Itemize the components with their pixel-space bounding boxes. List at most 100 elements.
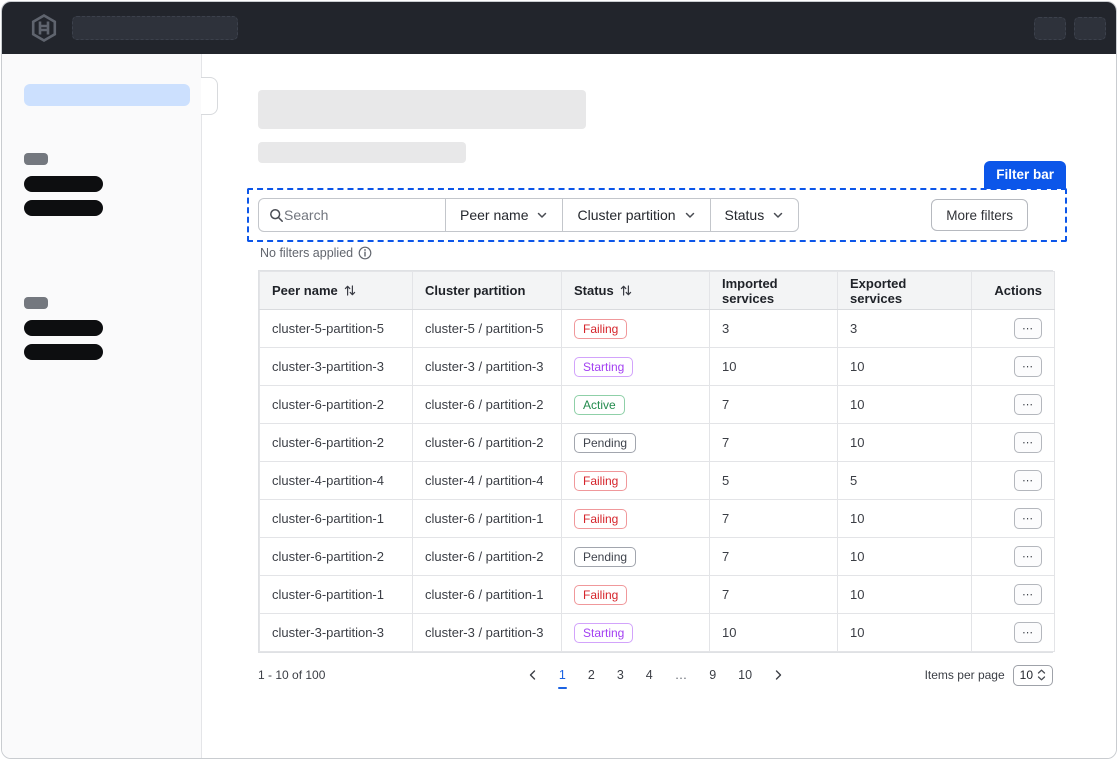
column-header-cluster-partition: Cluster partition <box>413 272 562 310</box>
previous-page-button[interactable] <box>523 667 543 683</box>
table-header-row: Peer nameCluster partitionStatusImported… <box>260 272 1055 310</box>
row-actions-button[interactable]: ⋯ <box>1014 470 1042 491</box>
chevron-down-icon <box>536 209 548 221</box>
page-button-9[interactable]: 9 <box>703 665 722 685</box>
table-row: cluster-6-partition-2cluster-6 / partiti… <box>260 424 1055 462</box>
table-row: cluster-6-partition-1cluster-6 / partiti… <box>260 576 1055 614</box>
sidebar-collapse-handle[interactable] <box>201 77 218 115</box>
actions-cell: ⋯ <box>972 500 1055 538</box>
sidebar-item-skeleton[interactable] <box>24 176 103 192</box>
page-button-2[interactable]: 2 <box>582 665 601 685</box>
navbar-button-skeleton[interactable] <box>1034 17 1066 40</box>
imported-services-cell: 7 <box>710 424 838 462</box>
cluster-partition-cell: cluster-5 / partition-5 <box>413 310 562 348</box>
actions-cell: ⋯ <box>972 614 1055 652</box>
status-badge: Failing <box>574 471 627 491</box>
status-cell: Failing <box>562 576 710 614</box>
actions-cell: ⋯ <box>972 462 1055 500</box>
status-cell: Pending <box>562 424 710 462</box>
peer-name-filter-dropdown[interactable]: Peer name <box>445 199 562 231</box>
stepper-up-down-icon <box>1037 669 1046 681</box>
status-badge: Failing <box>574 509 627 529</box>
status-badge: Starting <box>574 623 633 643</box>
table-row: cluster-3-partition-3cluster-3 / partiti… <box>260 614 1055 652</box>
exported-services-cell: 10 <box>838 576 972 614</box>
status-cell: Failing <box>562 500 710 538</box>
search-input[interactable] <box>284 207 424 223</box>
column-header-label: Peer name <box>272 283 338 298</box>
imported-services-cell: 5 <box>710 462 838 500</box>
column-header-label: Cluster partition <box>425 283 525 298</box>
row-actions-button[interactable]: ⋯ <box>1014 356 1042 377</box>
status-badge: Failing <box>574 585 627 605</box>
sidebar-item-skeleton[interactable] <box>24 320 103 336</box>
cluster-partition-cell: cluster-6 / partition-1 <box>413 500 562 538</box>
peer-name-cell: cluster-6-partition-2 <box>260 386 413 424</box>
row-actions-button[interactable]: ⋯ <box>1014 622 1042 643</box>
sidebar-section-label-skeleton <box>24 297 48 309</box>
status-badge: Starting <box>574 357 633 377</box>
filter-bar: Peer name Cluster partition Status <box>247 188 1067 242</box>
page-subtitle-skeleton <box>258 142 466 163</box>
page-button-10[interactable]: 10 <box>732 665 758 685</box>
filter-control-group: Peer name Cluster partition Status <box>258 198 799 232</box>
actions-cell: ⋯ <box>972 538 1055 576</box>
table-row: cluster-6-partition-2cluster-6 / partiti… <box>260 386 1055 424</box>
row-actions-button[interactable]: ⋯ <box>1014 394 1042 415</box>
sidebar-active-item-skeleton[interactable] <box>24 84 190 106</box>
status-badge: Pending <box>574 433 636 453</box>
status-cell: Starting <box>562 348 710 386</box>
page-button-4[interactable]: 4 <box>640 665 659 685</box>
table-row: cluster-3-partition-3cluster-3 / partiti… <box>260 348 1055 386</box>
row-actions-button[interactable]: ⋯ <box>1014 432 1042 453</box>
exported-services-cell: 10 <box>838 386 972 424</box>
info-icon[interactable] <box>358 246 372 260</box>
more-filters-button[interactable]: More filters <box>931 199 1028 231</box>
row-actions-button[interactable]: ⋯ <box>1014 584 1042 605</box>
page-button-3[interactable]: 3 <box>611 665 630 685</box>
search-field[interactable] <box>259 199 445 231</box>
page-title-skeleton <box>258 90 586 129</box>
exported-services-cell: 3 <box>838 310 972 348</box>
actions-cell: ⋯ <box>972 310 1055 348</box>
navbar-button-skeleton[interactable] <box>1074 17 1106 40</box>
sidebar-item-skeleton[interactable] <box>24 200 103 216</box>
exported-services-cell: 10 <box>838 500 972 538</box>
column-header-peer-name[interactable]: Peer name <box>260 272 413 310</box>
peer-name-cell: cluster-5-partition-5 <box>260 310 413 348</box>
actions-cell: ⋯ <box>972 576 1055 614</box>
cluster-partition-cell: cluster-6 / partition-2 <box>413 538 562 576</box>
cluster-partition-filter-dropdown[interactable]: Cluster partition <box>562 199 709 231</box>
pagination-range-text: 1 - 10 of 100 <box>258 668 458 682</box>
chevron-right-icon <box>772 669 784 681</box>
column-header-status[interactable]: Status <box>562 272 710 310</box>
row-actions-button[interactable]: ⋯ <box>1014 546 1042 567</box>
navbar-search-skeleton[interactable] <box>72 16 238 40</box>
sort-icon[interactable] <box>344 284 356 297</box>
status-badge: Failing <box>574 319 627 339</box>
sidebar-item-skeleton[interactable] <box>24 344 103 360</box>
exported-services-cell: 10 <box>838 538 972 576</box>
row-actions-button[interactable]: ⋯ <box>1014 508 1042 529</box>
actions-cell: ⋯ <box>972 348 1055 386</box>
search-icon <box>269 208 284 223</box>
status-filter-dropdown[interactable]: Status <box>710 199 799 231</box>
pagination-ellipsis: … <box>669 665 694 685</box>
next-page-button[interactable] <box>768 667 788 683</box>
page-button-1[interactable]: 1 <box>553 665 572 685</box>
status-badge: Pending <box>574 547 636 567</box>
cluster-partition-cell: cluster-3 / partition-3 <box>413 348 562 386</box>
peer-name-cell: cluster-4-partition-4 <box>260 462 413 500</box>
row-actions-button[interactable]: ⋯ <box>1014 318 1042 339</box>
exported-services-cell: 5 <box>838 462 972 500</box>
imported-services-cell: 7 <box>710 538 838 576</box>
imported-services-cell: 7 <box>710 386 838 424</box>
imported-services-cell: 3 <box>710 310 838 348</box>
items-per-page-select[interactable]: 10 <box>1013 665 1053 686</box>
cluster-partition-cell: cluster-3 / partition-3 <box>413 614 562 652</box>
status-cell: Pending <box>562 538 710 576</box>
sort-icon[interactable] <box>620 284 632 297</box>
status-cell: Failing <box>562 462 710 500</box>
pagination-pages: 1234 … 9 10 <box>458 665 853 685</box>
imported-services-cell: 10 <box>710 614 838 652</box>
